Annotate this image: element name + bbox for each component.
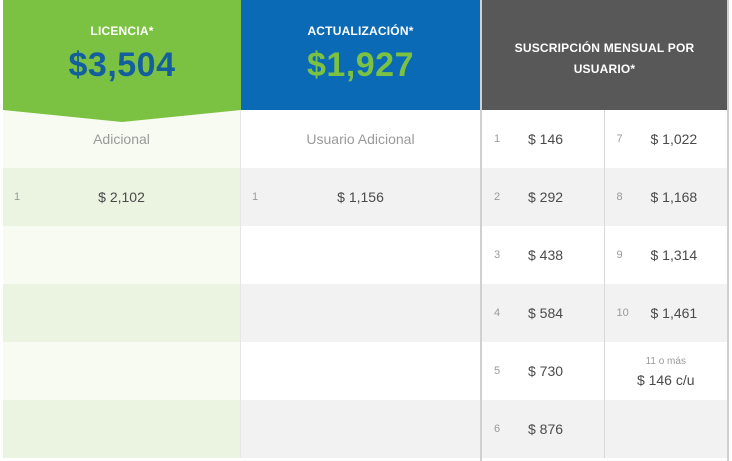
suscripcion-cell: 9 $ 1,314: [605, 226, 728, 284]
licencia-column: LICENCIA* $3,504 Adicional 1 $ 2,102: [3, 0, 241, 458]
more-users-price: $ 146 c/u: [636, 372, 695, 388]
user-price: $ 438: [528, 247, 564, 263]
user-count: 5: [494, 365, 501, 377]
actualizacion-price: $1,927: [307, 46, 414, 84]
licencia-empty-row: [3, 284, 241, 342]
actualizacion-row-price: $ 1,156: [337, 189, 384, 205]
suscripcion-cell: 2 $ 292: [482, 168, 605, 226]
licencia-row-price: $ 2,102: [98, 189, 145, 205]
licencia-row: 1 $ 2,102: [3, 168, 241, 226]
suscripcion-row: 4 $ 584 10 $ 1,461: [482, 284, 727, 342]
licencia-price: $3,504: [68, 46, 176, 84]
user-price: $ 146: [528, 131, 564, 147]
suscripcion-cell: 4 $ 584: [482, 284, 605, 342]
suscripcion-row: 3 $ 438 9 $ 1,314: [482, 226, 727, 284]
user-count: 9: [616, 249, 623, 261]
suscripcion-empty-cell: [605, 400, 728, 458]
suscripcion-row: 5 $ 730 11 o más $ 146 c/u: [482, 342, 727, 400]
suscripcion-title: SUSCRIPCIÓN MENSUAL POR USUARIO*: [514, 41, 695, 76]
suscripcion-cell: 7 $ 1,022: [605, 110, 728, 168]
actualizacion-subtitle: Usuario Adicional: [241, 110, 480, 168]
actualizacion-row: 1 $ 1,156: [241, 168, 480, 226]
user-count: 1: [494, 133, 501, 145]
licencia-title: LICENCIA*: [90, 24, 154, 38]
actualizacion-empty-row: [241, 284, 480, 342]
suscripcion-row: 2 $ 292 8 $ 1,168: [482, 168, 727, 226]
licencia-empty-row: [3, 400, 241, 458]
user-count: 2: [494, 191, 501, 203]
suscripcion-row: 1 $ 146 7 $ 1,022: [482, 110, 727, 168]
suscripcion-cell: 10 $ 1,461: [605, 284, 728, 342]
actualizacion-empty-row: [241, 226, 480, 284]
user-price: $ 292: [528, 189, 564, 205]
user-price: $ 1,461: [650, 305, 698, 321]
suscripcion-cell: 3 $ 438: [482, 226, 605, 284]
user-price: $ 1,314: [650, 247, 698, 263]
actualizacion-empty-row: [241, 342, 480, 400]
actualizacion-column: ACTUALIZACIÓN* $1,927 Usuario Adicional …: [241, 0, 480, 458]
user-price: $ 876: [528, 421, 564, 437]
user-count: 6: [494, 423, 501, 435]
table-right-border: [727, 0, 729, 461]
user-count: 3: [494, 249, 501, 261]
suscripcion-cell: 1 $ 146: [482, 110, 605, 168]
user-price: $ 1,022: [650, 131, 698, 147]
user-price: $ 1,168: [650, 189, 698, 205]
actualizacion-header: ACTUALIZACIÓN* $1,927: [241, 0, 480, 110]
user-count: 7: [616, 133, 623, 145]
licencia-empty-row: [3, 226, 241, 284]
licencia-empty-row: [3, 342, 241, 400]
user-count: 8: [616, 191, 623, 203]
suscripcion-cell: 8 $ 1,168: [605, 168, 728, 226]
user-price: $ 584: [528, 305, 564, 321]
suscripcion-cell: 6 $ 876: [482, 400, 605, 458]
user-price: $ 730: [528, 363, 564, 379]
more-users-label: 11 o más: [645, 356, 686, 367]
suscripcion-more-cell: 11 o más $ 146 c/u: [605, 342, 728, 400]
suscripcion-column: SUSCRIPCIÓN MENSUAL POR USUARIO* 1 $ 146…: [482, 0, 727, 458]
suscripcion-header: SUSCRIPCIÓN MENSUAL POR USUARIO*: [482, 0, 727, 110]
suscripcion-cell: 5 $ 730: [482, 342, 605, 400]
suscripcion-row: 6 $ 876: [482, 400, 727, 458]
user-count: 4: [494, 307, 501, 319]
licencia-header: LICENCIA* $3,504: [3, 0, 241, 122]
user-count: 10: [616, 307, 629, 319]
actualizacion-empty-row: [241, 400, 480, 458]
actualizacion-title: ACTUALIZACIÓN*: [307, 24, 414, 38]
